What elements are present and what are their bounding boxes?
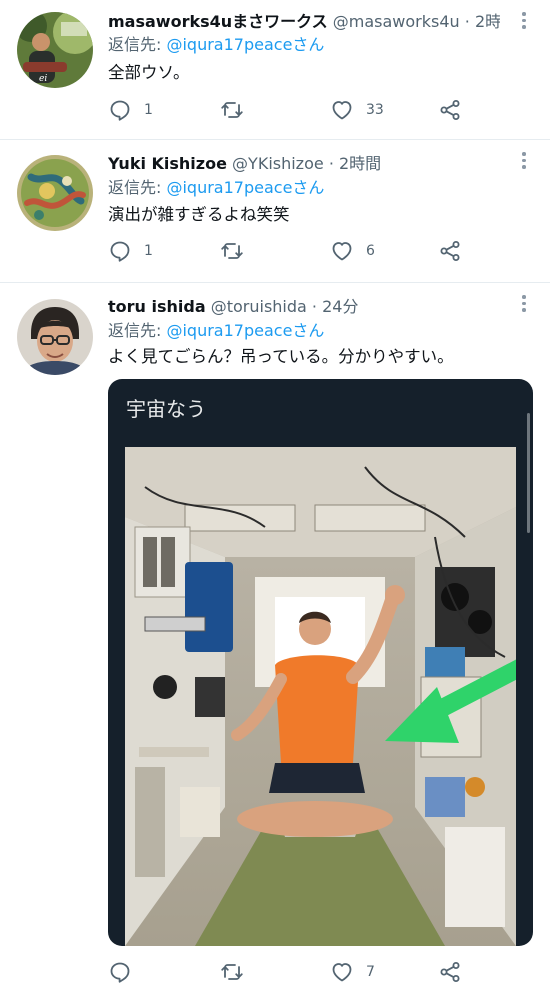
- like-count: 7: [366, 964, 375, 980]
- user-handle[interactable]: @toruishida: [211, 297, 307, 316]
- tweet-actions: 7: [108, 957, 468, 987]
- tweet-header: masaworks4uまさワークス @masaworks4u · 2時間: [108, 10, 500, 34]
- like-button[interactable]: 6: [330, 236, 375, 266]
- tweet[interactable]: toru ishida @toruishida · 24分 返信先: @iqur…: [0, 283, 550, 995]
- reply-context: 返信先: @iqura17peaceさん: [108, 177, 324, 199]
- share-button[interactable]: [438, 95, 462, 125]
- separator-dot: ·: [464, 12, 470, 31]
- heart-icon: [332, 101, 352, 120]
- retweet-button[interactable]: [220, 957, 256, 987]
- display-name[interactable]: toru ishida: [108, 297, 206, 316]
- tweet[interactable]: ei masaworks4uまさワークス @masaworks4u · 2時間 …: [0, 0, 550, 140]
- reply-context: 返信先: @iqura17peaceさん: [108, 320, 324, 342]
- tweet-text: 演出が雑すぎるよね笑笑: [108, 205, 290, 224]
- more-options-icon[interactable]: [520, 152, 528, 170]
- reply-button[interactable]: 1: [108, 95, 153, 125]
- avatar[interactable]: ei: [17, 12, 93, 88]
- reply-to-link[interactable]: @iqura17peaceさん: [166, 178, 324, 197]
- like-count: 6: [366, 243, 375, 259]
- reply-icon: [110, 241, 130, 262]
- reply-icon: [110, 962, 130, 983]
- retweet-button[interactable]: [220, 95, 256, 125]
- like-button[interactable]: 7: [330, 957, 375, 987]
- tweet-actions: 1 6: [108, 236, 468, 266]
- space-station-photo[interactable]: [125, 447, 516, 946]
- share-icon: [440, 241, 460, 261]
- timestamp[interactable]: 2時間: [339, 154, 381, 173]
- heart-icon: [332, 242, 352, 261]
- reply-count: 1: [144, 102, 153, 118]
- retweet-icon: [221, 243, 243, 259]
- media-card[interactable]: 宇宙なう: [108, 379, 533, 946]
- more-options-icon[interactable]: [520, 295, 528, 313]
- reply-button[interactable]: [108, 957, 144, 987]
- tweet[interactable]: Yuki Kishizoe @YKishizoe · 2時間 返信先: @iqu…: [0, 140, 550, 283]
- like-button[interactable]: 33: [330, 95, 384, 125]
- tweet-text: よく見てごらん？吊っている。分かりやすい。: [108, 347, 454, 366]
- retweet-icon: [221, 964, 243, 980]
- retweet-icon: [221, 102, 243, 118]
- avatar[interactable]: [17, 155, 93, 231]
- card-title: 宇宙なう: [126, 397, 206, 421]
- reply-context: 返信先: @iqura17peaceさん: [108, 34, 324, 56]
- avatar[interactable]: [17, 299, 93, 375]
- reply-button[interactable]: 1: [108, 236, 153, 266]
- tweet-text: 全部ウソ。: [108, 63, 190, 82]
- reply-prefix: 返信先:: [108, 178, 167, 197]
- tweet-header: Yuki Kishizoe @YKishizoe · 2時間: [108, 152, 500, 176]
- reply-count: 1: [144, 243, 153, 259]
- scrollbar[interactable]: [527, 413, 530, 533]
- separator-dot: ·: [328, 154, 334, 173]
- tweet-actions: 1 33: [108, 95, 468, 125]
- display-name[interactable]: Yuki Kishizoe: [108, 154, 227, 173]
- reply-to-link[interactable]: @iqura17peaceさん: [166, 35, 324, 54]
- separator-dot: ·: [311, 297, 318, 316]
- reply-to-link[interactable]: @iqura17peaceさん: [166, 321, 324, 340]
- user-handle[interactable]: @YKishizoe: [232, 154, 324, 173]
- like-count: 33: [366, 102, 384, 118]
- share-icon: [440, 100, 460, 120]
- svg-text:ei: ei: [39, 74, 47, 84]
- display-name[interactable]: masaworks4uまさワークス: [108, 12, 328, 31]
- reply-icon: [110, 100, 130, 121]
- share-button[interactable]: [438, 236, 462, 266]
- heart-icon: [332, 963, 352, 982]
- more-options-icon[interactable]: [520, 12, 528, 30]
- share-button[interactable]: [438, 957, 462, 987]
- reply-prefix: 返信先:: [108, 321, 167, 340]
- user-handle[interactable]: @masaworks4u: [333, 12, 460, 31]
- reply-prefix: 返信先:: [108, 35, 167, 54]
- share-icon: [440, 962, 460, 982]
- tweet-header: toru ishida @toruishida · 24分: [108, 295, 500, 319]
- timestamp[interactable]: 24分: [322, 297, 358, 316]
- retweet-button[interactable]: [220, 236, 256, 266]
- timestamp[interactable]: 2時間: [475, 12, 500, 31]
